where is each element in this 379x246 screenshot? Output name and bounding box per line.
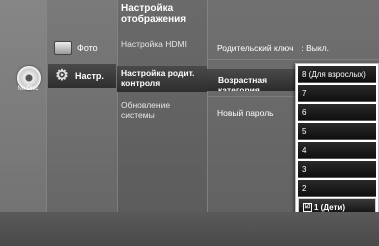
settings-screen: No Disc Фото ⚙ Настр. Настройка отображе… bbox=[0, 0, 379, 246]
dropdown-item[interactable]: 5 bbox=[298, 123, 376, 140]
parental-key-label: Родительский ключ bbox=[217, 43, 294, 53]
dropdown-item[interactable]: 7 bbox=[298, 85, 376, 102]
dropdown-item-label: 7 bbox=[302, 89, 307, 98]
option-age-category[interactable]: Возрастная категория bbox=[207, 69, 299, 91]
dropdown-item-label: 2 bbox=[302, 184, 307, 193]
parental-key-value: : Выкл. bbox=[301, 43, 330, 53]
main-menu-column bbox=[46, 0, 117, 246]
dropdown-item[interactable]: 6 bbox=[298, 104, 376, 121]
dropdown-item-label: 6 bbox=[302, 108, 307, 117]
option-parental-key[interactable]: Родительский ключ : Выкл. bbox=[217, 43, 329, 53]
submenu-display-settings[interactable]: Настройка отображения bbox=[121, 3, 205, 25]
menu-item-label: Фото bbox=[77, 43, 98, 53]
divider bbox=[207, 59, 379, 60]
option-new-password[interactable]: Новый пароль bbox=[217, 108, 274, 118]
disc-status-label: No Disc bbox=[17, 86, 39, 92]
submenu-parental-control[interactable]: Настройка родит. контроля bbox=[117, 66, 207, 92]
bottom-bar bbox=[0, 212, 379, 246]
dropdown-item[interactable]: 2 bbox=[298, 180, 376, 197]
divider bbox=[117, 0, 118, 246]
age-category-dropdown[interactable]: 8 (Для взрослых) 7 6 5 4 3 2 ☑ 1 (Дети) bbox=[295, 63, 379, 220]
submenu-system-update[interactable]: Обновление системы bbox=[121, 100, 205, 120]
submenu-hdmi-settings[interactable]: Настройка HDMI bbox=[121, 39, 205, 50]
sub-menu-column bbox=[117, 0, 207, 246]
dropdown-item-label: 3 bbox=[302, 165, 307, 174]
dropdown-item-label: 8 (Для взрослых) bbox=[302, 70, 366, 79]
divider bbox=[46, 0, 47, 246]
dropdown-item[interactable]: 8 (Для взрослых) bbox=[298, 66, 376, 83]
dropdown-item[interactable]: 4 bbox=[298, 142, 376, 159]
dropdown-item-label: 4 bbox=[302, 146, 307, 155]
menu-item-setup[interactable]: ⚙ Настр. bbox=[48, 64, 116, 88]
photo-icon bbox=[54, 41, 72, 55]
age-category-label: Возрастная категория bbox=[218, 75, 268, 91]
left-column bbox=[0, 0, 46, 246]
dropdown-item-label: 5 bbox=[302, 127, 307, 136]
menu-item-photo[interactable]: Фото bbox=[54, 41, 98, 55]
divider bbox=[207, 0, 208, 246]
gear-icon: ⚙ bbox=[55, 67, 69, 84]
menu-item-label: Настр. bbox=[75, 71, 104, 81]
dropdown-item-label: 1 (Дети) bbox=[314, 203, 345, 212]
dropdown-item[interactable]: 3 bbox=[298, 161, 376, 178]
